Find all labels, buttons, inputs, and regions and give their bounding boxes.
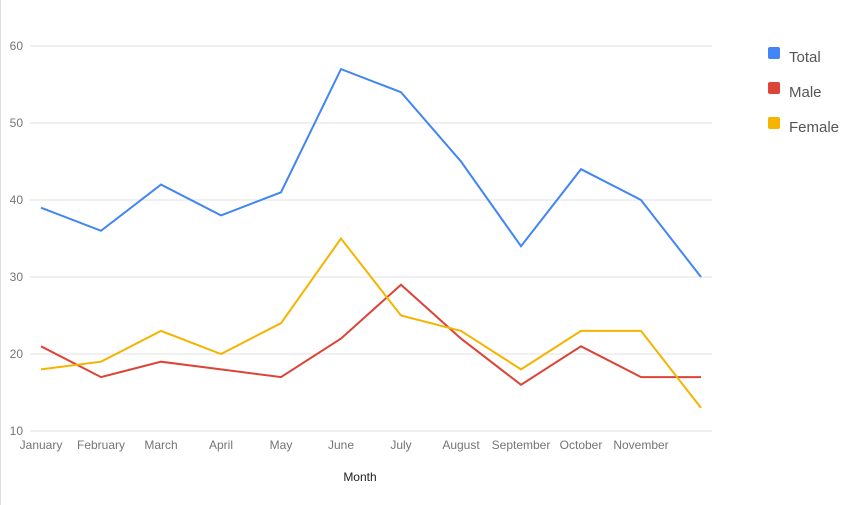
data-point-male[interactable] — [37, 342, 45, 350]
x-tick-label: January — [20, 438, 63, 452]
y-tick-label: 40 — [10, 193, 24, 207]
series-line-total[interactable] — [40, 67, 702, 278]
data-point-female[interactable] — [277, 319, 285, 327]
data-point-total[interactable] — [457, 158, 465, 166]
x-tick-label: March — [144, 438, 177, 452]
y-tick-label: 20 — [10, 347, 24, 361]
data-point-female[interactable] — [157, 327, 165, 335]
y-tick-label: 50 — [10, 116, 24, 130]
legend-swatch — [768, 117, 780, 129]
y-tick-label: 10 — [10, 424, 24, 438]
series-lines — [37, 65, 705, 412]
data-point-male[interactable] — [337, 335, 345, 343]
data-point-total[interactable] — [157, 181, 165, 189]
x-axis-title: Month — [343, 470, 376, 484]
data-point-male[interactable] — [457, 335, 465, 343]
data-point-male[interactable] — [397, 281, 405, 289]
data-point-female[interactable] — [577, 327, 585, 335]
data-point-total[interactable] — [397, 88, 405, 96]
data-point-total[interactable] — [277, 188, 285, 196]
y-tick-label: 60 — [10, 39, 24, 53]
data-point-total[interactable] — [697, 273, 705, 281]
x-tick-label: October — [560, 438, 603, 452]
x-tick-label: February — [77, 438, 125, 452]
legend-swatch — [768, 47, 780, 59]
x-tick-label: November — [613, 438, 668, 452]
data-point-total[interactable] — [517, 242, 525, 250]
legend-label: Female — [789, 119, 839, 136]
x-tick-label: September — [492, 438, 551, 452]
x-tick-label: July — [390, 438, 411, 452]
line-chart: 10 20 30 40 50 60 January February March April Ma… — [10, 39, 839, 484]
series-line-male[interactable] — [40, 283, 701, 387]
legend: Total Male Female — [768, 47, 839, 136]
data-point-female[interactable] — [457, 327, 465, 335]
data-point-male[interactable] — [697, 373, 705, 381]
legend-item-female[interactable]: Female — [768, 117, 839, 136]
data-point-female[interactable] — [517, 365, 525, 373]
y-tick-label: 30 — [10, 270, 24, 284]
data-point-female[interactable] — [217, 350, 225, 358]
data-point-female[interactable] — [397, 312, 405, 320]
x-tick-label: August — [442, 438, 480, 452]
data-point-total[interactable] — [97, 227, 105, 235]
data-point-male[interactable] — [97, 373, 105, 381]
x-tick-label: June — [328, 438, 354, 452]
data-point-male[interactable] — [157, 358, 165, 366]
x-axis-ticks: January February March April May June July Augu… — [20, 438, 669, 452]
data-point-male[interactable] — [517, 381, 525, 389]
data-point-total[interactable] — [337, 65, 345, 73]
legend-item-male[interactable]: Male — [768, 82, 822, 101]
data-point-total[interactable] — [577, 165, 585, 173]
data-point-female[interactable] — [337, 235, 345, 243]
data-point-female[interactable] — [697, 404, 705, 412]
data-point-total[interactable] — [37, 204, 45, 212]
data-point-female[interactable] — [37, 365, 45, 373]
gridlines — [30, 45, 712, 432]
legend-label: Male — [789, 84, 822, 101]
series-line-female[interactable] — [40, 236, 702, 409]
data-point-male[interactable] — [277, 373, 285, 381]
data-point-male[interactable] — [217, 365, 225, 373]
legend-swatch — [768, 82, 780, 94]
x-tick-label: April — [209, 438, 233, 452]
data-point-male[interactable] — [577, 342, 585, 350]
data-point-female[interactable] — [97, 358, 105, 366]
legend-label: Total — [789, 49, 821, 66]
y-axis-ticks: 10 20 30 40 50 60 — [10, 39, 24, 438]
legend-item-total[interactable]: Total — [768, 47, 821, 66]
data-point-total[interactable] — [217, 211, 225, 219]
data-point-total[interactable] — [637, 196, 645, 204]
data-point-female[interactable] — [637, 327, 645, 335]
x-tick-label: May — [270, 438, 293, 452]
data-point-male[interactable] — [637, 373, 645, 381]
